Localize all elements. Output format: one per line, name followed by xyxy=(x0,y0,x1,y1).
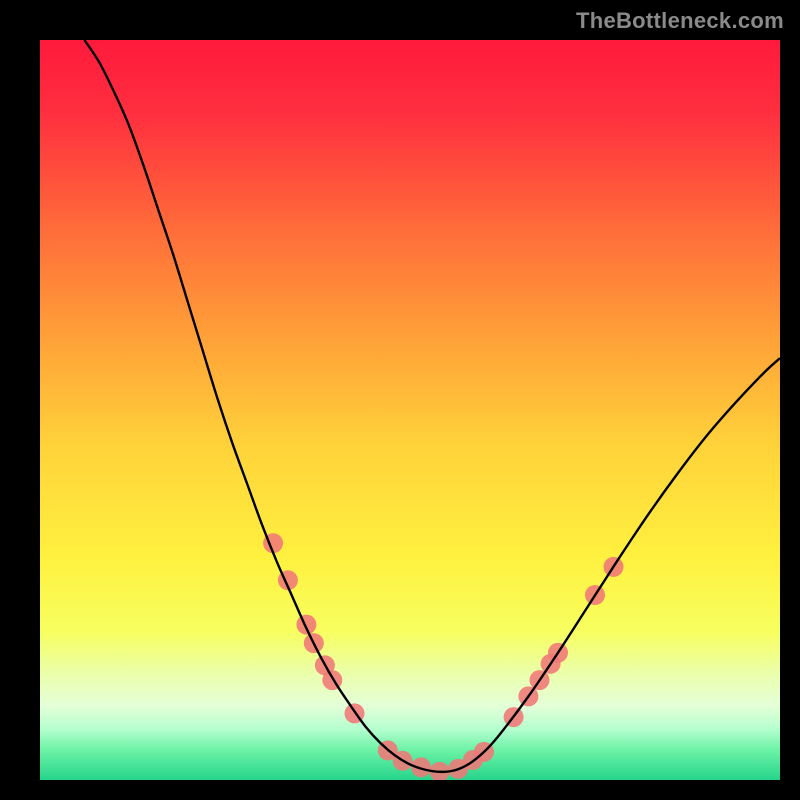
bottleneck-curve xyxy=(84,40,780,772)
highlight-dot xyxy=(296,615,316,635)
watermark-text: TheBottleneck.com xyxy=(576,8,784,34)
plot-area xyxy=(40,40,780,780)
curve-layer xyxy=(40,40,780,780)
chart-frame: TheBottleneck.com xyxy=(0,0,800,800)
